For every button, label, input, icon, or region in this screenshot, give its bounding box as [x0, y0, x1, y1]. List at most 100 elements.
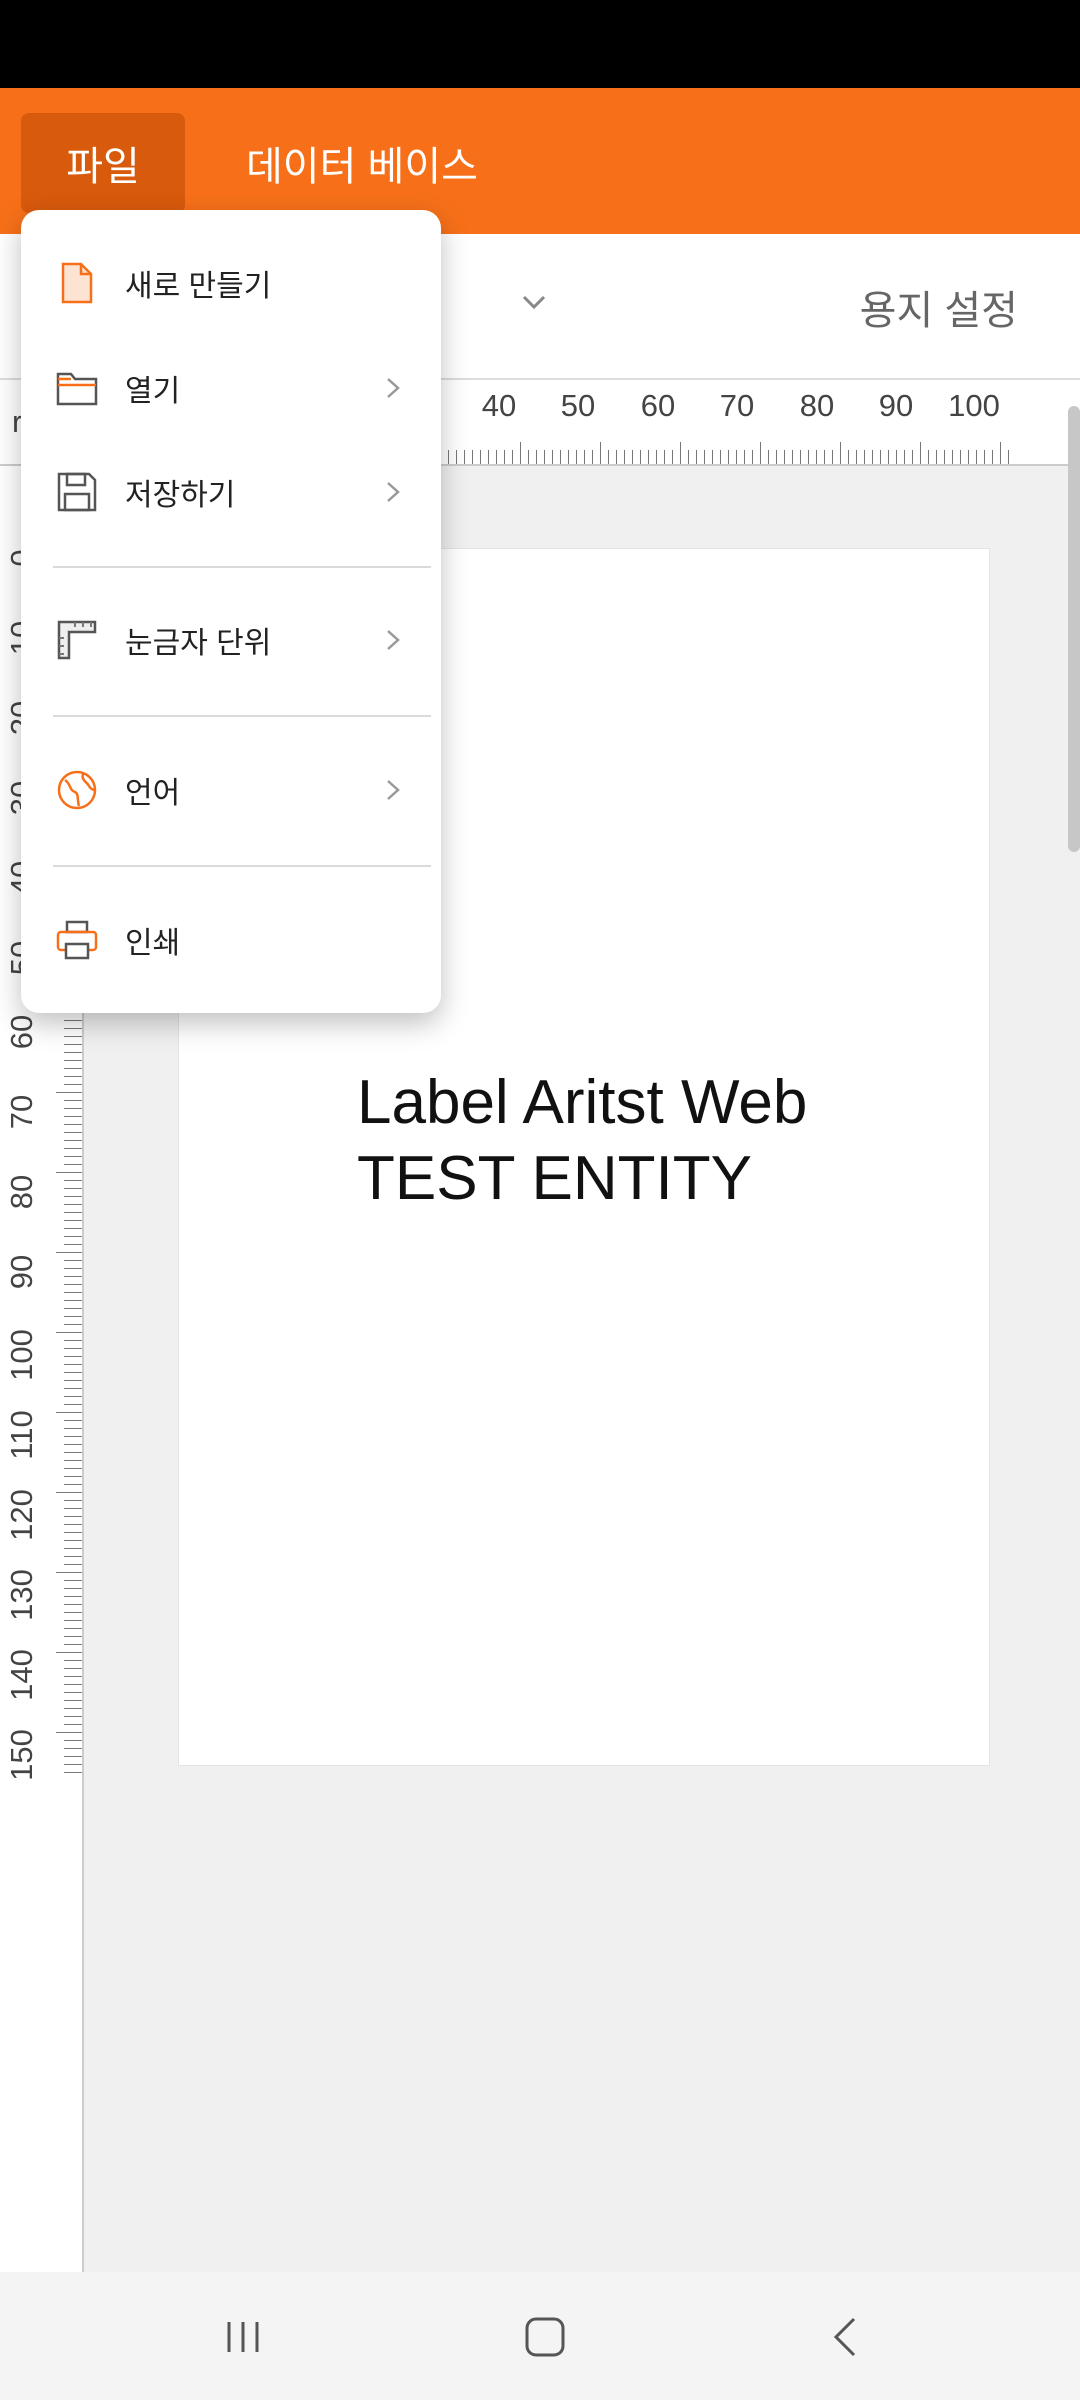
ruler-tick — [56, 1572, 82, 1573]
label-text-object[interactable]: Label Aritst Web TEST ENTITY — [357, 1065, 807, 1217]
ruler-tick — [64, 1460, 82, 1461]
ruler-tick — [64, 1188, 82, 1189]
back-icon — [833, 2317, 856, 2357]
menu-item-language[interactable]: 언어 — [21, 740, 441, 840]
ruler-tick — [568, 450, 569, 464]
printer-icon — [56, 920, 98, 960]
ruler-tick — [64, 1068, 82, 1069]
ruler-tick — [64, 1324, 82, 1325]
ruler-label: 60 — [640, 388, 676, 423]
ruler-tick — [64, 1132, 82, 1133]
menu-divider — [53, 865, 431, 867]
ruler-tick — [56, 1652, 82, 1653]
ruler-tick — [64, 1052, 82, 1053]
ruler-tick — [64, 1444, 82, 1445]
ruler-tick — [64, 1676, 82, 1677]
menu-item-ruler-unit[interactable]: 눈금자 단위 — [21, 590, 441, 690]
chevron-down-icon[interactable] — [518, 286, 550, 318]
scrollbar-thumb[interactable] — [1068, 406, 1080, 852]
ruler-tick — [64, 1100, 82, 1101]
ruler-tick — [64, 1356, 82, 1357]
ruler-tick — [64, 1292, 82, 1293]
ruler-tick — [64, 1388, 82, 1389]
ruler-tick — [656, 450, 657, 464]
ruler-label: 120 — [4, 1489, 39, 1541]
ruler-tick — [536, 450, 537, 464]
chevron-right-icon — [387, 780, 400, 800]
ruler-tick — [840, 442, 841, 464]
ruler-tick — [552, 450, 553, 464]
ruler-tick — [512, 450, 513, 464]
ruler-tick — [64, 1548, 82, 1549]
ruler-tick — [64, 1268, 82, 1269]
ruler-tick — [864, 450, 865, 464]
ruler-tick — [624, 450, 625, 464]
ruler-tick — [832, 450, 833, 464]
chevron-right-icon — [387, 378, 400, 398]
ruler-tick — [64, 1580, 82, 1581]
new-file-icon — [61, 262, 93, 304]
menu-item-new[interactable]: 새로 만들기 — [21, 233, 441, 333]
ruler-tick — [64, 1108, 82, 1109]
ruler-tick — [872, 450, 873, 464]
ruler-tick — [64, 1668, 82, 1669]
ruler-label: 80 — [4, 1174, 39, 1210]
ruler-tick — [584, 450, 585, 464]
back-button[interactable] — [812, 2302, 882, 2372]
ruler-tick — [64, 1428, 82, 1429]
ruler-tick — [64, 1500, 82, 1501]
ruler-label: 50 — [560, 388, 596, 423]
ruler-label: 130 — [4, 1569, 39, 1621]
ruler-tick — [64, 1772, 82, 1773]
tab-file[interactable]: 파일 — [21, 113, 185, 213]
ruler-tick — [928, 450, 929, 464]
ruler-tick — [64, 1748, 82, 1749]
menu-item-open[interactable]: 열기 — [21, 338, 441, 438]
ruler-tick — [64, 1340, 82, 1341]
ruler-tick — [576, 450, 577, 464]
ruler-tick — [904, 450, 905, 464]
ruler-tick — [648, 450, 649, 464]
ruler-tick — [944, 450, 945, 464]
paper-setting-button[interactable]: 용지 설정 — [860, 278, 1018, 336]
ruler-tick — [560, 450, 561, 464]
ruler-tick — [952, 450, 953, 464]
ruler-tick — [64, 1524, 82, 1525]
ruler-icon — [57, 620, 97, 660]
ruler-label: 150 — [4, 1729, 39, 1781]
ruler-tick — [56, 1172, 82, 1173]
ruler-tick — [768, 450, 769, 464]
ruler-tick — [64, 1756, 82, 1757]
ruler-tick — [64, 1116, 82, 1117]
ruler-tick — [880, 450, 881, 464]
menu-item-print[interactable]: 인쇄 — [21, 890, 441, 990]
ruler-tick — [64, 1508, 82, 1509]
menu-item-save[interactable]: 저장하기 — [21, 442, 441, 542]
ruler-tick — [824, 450, 825, 464]
ruler-tick — [64, 1244, 82, 1245]
ruler-tick — [56, 1732, 82, 1733]
ruler-tick — [64, 1020, 82, 1021]
ruler-tick — [736, 450, 737, 464]
home-icon — [525, 2317, 565, 2357]
ruler-tick — [64, 1196, 82, 1197]
ruler-tick — [64, 1044, 82, 1045]
ruler-tick — [680, 442, 681, 464]
ruler-tick — [936, 450, 937, 464]
menu-item-label: 저장하기 — [125, 479, 236, 512]
ruler-tick — [448, 450, 449, 464]
ruler-tick — [56, 1092, 82, 1093]
home-button[interactable] — [510, 2302, 580, 2372]
ruler-label: 90 — [878, 388, 914, 423]
ruler-tick — [64, 1532, 82, 1533]
ruler-tick — [64, 1452, 82, 1453]
ruler-tick — [64, 1372, 82, 1373]
tab-database[interactable]: 데이터 베이스 — [246, 113, 478, 213]
save-icon — [57, 472, 97, 512]
ruler-tick — [64, 1716, 82, 1717]
ruler-tick — [56, 1332, 82, 1333]
folder-open-icon — [56, 372, 98, 406]
recents-button[interactable] — [208, 2302, 278, 2372]
ruler-tick — [696, 450, 697, 464]
ruler-tick — [64, 1708, 82, 1709]
